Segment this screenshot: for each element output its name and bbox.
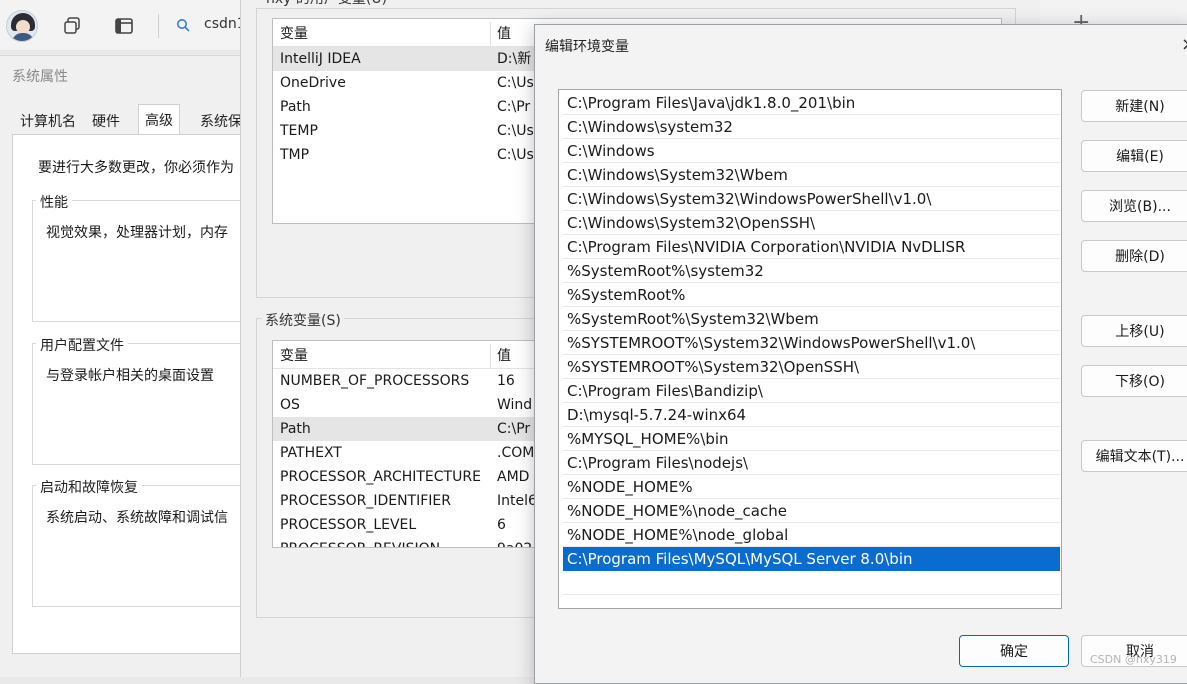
search-icon	[176, 18, 190, 36]
path-item-selected[interactable]: C:\Program Files\MySQL\MySQL Server 8.0\…	[563, 547, 1060, 571]
move-down-button[interactable]: 下移(O)	[1081, 365, 1187, 397]
new-button[interactable]: 新建(N)	[1081, 90, 1187, 122]
ok-button[interactable]: 确定	[959, 635, 1069, 667]
delete-button[interactable]: 删除(D)	[1081, 240, 1187, 272]
path-item[interactable]: C:\Program Files\nodejs\	[563, 451, 1060, 475]
var-value: .COM	[497, 445, 535, 461]
edit-env-var-dialog: 编辑环境变量 × C:\Program Files\Java\jdk1.8.0_…	[534, 24, 1187, 684]
path-item[interactable]: %NODE_HOME%\node_global	[563, 523, 1060, 547]
edit-text-button[interactable]: 编辑文本(T)...	[1081, 440, 1187, 472]
var-name: PROCESSOR_LEVEL	[280, 517, 417, 533]
group-title-startup-recovery: 启动和故障恢复	[36, 477, 142, 497]
user-profiles-group	[32, 343, 262, 465]
path-item[interactable]: C:\Windows\System32\Wbem	[563, 163, 1060, 187]
close-icon[interactable]: ×	[1181, 34, 1187, 55]
path-item[interactable]: C:\Windows\System32\OpenSSH\	[563, 211, 1060, 235]
path-item[interactable]: %NODE_HOME%	[563, 475, 1060, 499]
path-item[interactable]: %SystemRoot%	[563, 283, 1060, 307]
watermark: CSDN @hxy319	[1090, 653, 1177, 666]
group-title-performance: 性能	[36, 192, 72, 212]
path-item[interactable]: %SystemRoot%\system32	[563, 259, 1060, 283]
path-item[interactable]: C:\Program Files\Bandizip\	[563, 379, 1060, 403]
var-value: C:\Us	[497, 75, 534, 91]
var-value: Intel6	[497, 493, 537, 509]
var-value: 6	[497, 517, 506, 533]
move-up-button[interactable]: 上移(U)	[1081, 315, 1187, 347]
tab-hardware[interactable]: 硬件	[86, 106, 126, 134]
column-variable[interactable]: 变量	[280, 344, 308, 368]
var-value: D:\新	[497, 51, 532, 67]
var-name: OS	[280, 397, 300, 413]
user-vars-label: hxy 的用户变量(U)	[266, 0, 387, 8]
var-name: TEMP	[280, 123, 318, 139]
var-name: Path	[280, 99, 311, 115]
path-item[interactable]: %SYSTEMROOT%\System32\OpenSSH\	[563, 355, 1060, 379]
path-item[interactable]: %SYSTEMROOT%\System32\WindowsPowerShell\…	[563, 331, 1060, 355]
var-name: OneDrive	[280, 75, 346, 91]
path-item[interactable]: C:\Windows\System32\WindowsPowerShell\v1…	[563, 187, 1060, 211]
user-profiles-desc: 与登录帐户相关的桌面设置	[46, 368, 214, 384]
tab-advanced[interactable]: 高级	[138, 104, 180, 136]
avatar[interactable]	[6, 10, 38, 42]
column-variable[interactable]: 变量	[280, 22, 308, 46]
var-name: PATHEXT	[280, 445, 342, 461]
var-value: 16	[497, 373, 515, 389]
var-value: C:\Pr	[497, 421, 531, 437]
var-name: PROCESSOR_IDENTIFIER	[280, 493, 451, 509]
var-name: TMP	[280, 147, 310, 163]
var-value: C:\Us	[497, 123, 534, 139]
window-title: 系统属性	[12, 69, 68, 85]
path-list[interactable]: C:\Program Files\Java\jdk1.8.0_201\bin C…	[558, 89, 1062, 609]
startup-recovery-desc: 系统启动、系统故障和调试信	[46, 510, 228, 526]
system-vars-label: 系统变量(S)	[262, 310, 344, 330]
var-name: Path	[280, 421, 311, 437]
startup-recovery-group	[32, 485, 262, 607]
browse-button[interactable]: 浏览(B)...	[1081, 190, 1187, 222]
path-item[interactable]: C:\Program Files\NVIDIA Corporation\NVID…	[563, 235, 1060, 259]
var-name: NUMBER_OF_PROCESSORS	[280, 373, 470, 389]
column-value[interactable]: 值	[497, 344, 511, 368]
column-value[interactable]: 值	[497, 22, 511, 46]
collections-icon[interactable]	[58, 12, 86, 40]
path-item-empty[interactable]	[563, 571, 1060, 595]
toolbar-divider	[158, 14, 159, 38]
performance-desc: 视觉效果，处理器计划，内存	[46, 225, 228, 241]
admin-note: 要进行大多数更改，你必须作为	[38, 160, 234, 176]
performance-group	[32, 200, 262, 322]
var-value: C:\Us	[497, 147, 534, 163]
path-item[interactable]: D:\mysql-5.7.24-winx64	[563, 403, 1060, 427]
path-item[interactable]: C:\Windows\system32	[563, 115, 1060, 139]
path-item[interactable]: %NODE_HOME%\node_cache	[563, 499, 1060, 523]
edit-button[interactable]: 编辑(E)	[1081, 140, 1187, 172]
path-item[interactable]: C:\Program Files\Java\jdk1.8.0_201\bin	[563, 91, 1060, 115]
var-name: PROCESSOR_REVISION	[280, 537, 440, 547]
var-value: C:\Pr	[497, 99, 531, 115]
var-value: Wind	[497, 397, 533, 413]
path-item[interactable]: %MYSQL_HOME%\bin	[563, 427, 1060, 451]
group-title-user-profiles: 用户配置文件	[36, 335, 128, 355]
var-name: PROCESSOR_ARCHITECTURE	[280, 469, 481, 485]
tab-actions-icon[interactable]	[110, 12, 138, 40]
path-item[interactable]: C:\Windows	[563, 139, 1060, 163]
var-value: AMD	[497, 469, 530, 485]
var-value: 9a02	[497, 537, 532, 547]
var-name: IntelliJ IDEA	[280, 51, 361, 67]
dialog-title: 编辑环境变量	[545, 39, 629, 55]
path-item[interactable]: %SystemRoot%\System32\Wbem	[563, 307, 1060, 331]
tab-computer-name[interactable]: 计算机名	[14, 106, 82, 134]
